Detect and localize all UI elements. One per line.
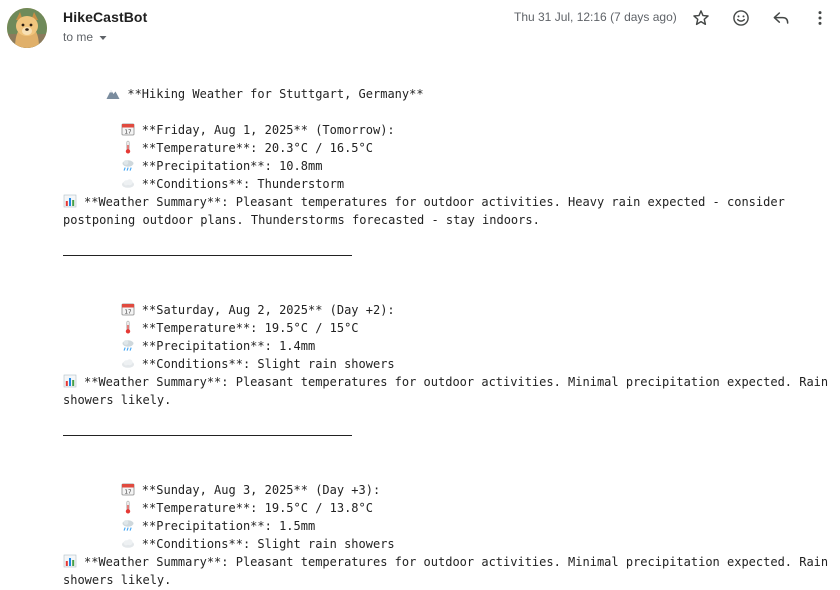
smiley-icon (733, 10, 749, 26)
star-icon (693, 10, 709, 26)
calendar-icon: 17 (121, 303, 135, 316)
email-view: HikeCastBot to me Thu 31 Jul, 12:16 (7 d… (0, 0, 840, 590)
svg-text:17: 17 (124, 310, 131, 316)
calendar-icon: 17 (121, 123, 135, 136)
cloud-icon (121, 359, 134, 368)
more-vert-icon (818, 11, 822, 25)
mountain-icon (106, 90, 120, 99)
bar-chart-icon (63, 374, 77, 388)
more-options-button[interactable] (808, 6, 832, 30)
forecast-summary: **Weather Summary**: Pleasant temperatur… (63, 554, 829, 587)
thermometer-icon (125, 140, 130, 154)
forecast-date-line: 17 **Saturday, Aug 2, 2025** (Day +2): (63, 283, 833, 317)
forecast-day: 17 **Saturday, Aug 2, 2025** (Day +2): *… (63, 283, 833, 409)
rain-cloud-icon (122, 340, 134, 351)
sender-avatar[interactable] (7, 8, 47, 48)
rain-cloud-icon (122, 160, 134, 171)
forecast-summary: **Weather Summary**: Pleasant temperatur… (63, 374, 829, 407)
calendar-icon: 17 (121, 483, 135, 496)
forecast-date-line: 17 **Sunday, Aug 3, 2025** (Day +3): (63, 463, 833, 497)
svg-text:17: 17 (124, 490, 131, 496)
reply-icon (773, 12, 789, 24)
reply-button[interactable] (769, 6, 793, 30)
forecast-day: 17 **Friday, Aug 1, 2025** (Tomorrow): *… (63, 103, 833, 229)
bar-chart-icon (63, 554, 77, 568)
message-body: **Hiking Weather for Stuttgart, Germany*… (63, 67, 833, 589)
chevron-down-icon (99, 35, 107, 40)
recipients-label: to me (63, 30, 94, 44)
thermometer-icon (125, 500, 130, 514)
section-divider (63, 435, 352, 436)
forecast-date-line: 17 **Friday, Aug 1, 2025** (Tomorrow): (63, 103, 833, 137)
dog-avatar-image (7, 8, 47, 48)
thermometer-icon (125, 320, 130, 334)
forecast-summary: **Weather Summary**: Pleasant temperatur… (63, 194, 785, 227)
forecast-day: 17 **Sunday, Aug 3, 2025** (Day +3): **T… (63, 463, 833, 589)
bar-chart-icon (63, 194, 77, 208)
forecast-title: **Hiking Weather for Stuttgart, Germany*… (63, 67, 833, 101)
sender-name[interactable]: HikeCastBot (63, 9, 147, 25)
section-divider (63, 255, 352, 256)
recipients-toggle[interactable]: to me (63, 30, 108, 44)
rain-cloud-icon (122, 520, 134, 531)
emoji-reaction-button[interactable] (729, 6, 753, 30)
message-date: Thu 31 Jul, 12:16 (7 days ago) (514, 10, 677, 24)
cloud-icon (121, 539, 134, 548)
cloud-icon (121, 179, 134, 188)
star-button[interactable] (689, 6, 713, 30)
svg-text:17: 17 (124, 130, 131, 136)
